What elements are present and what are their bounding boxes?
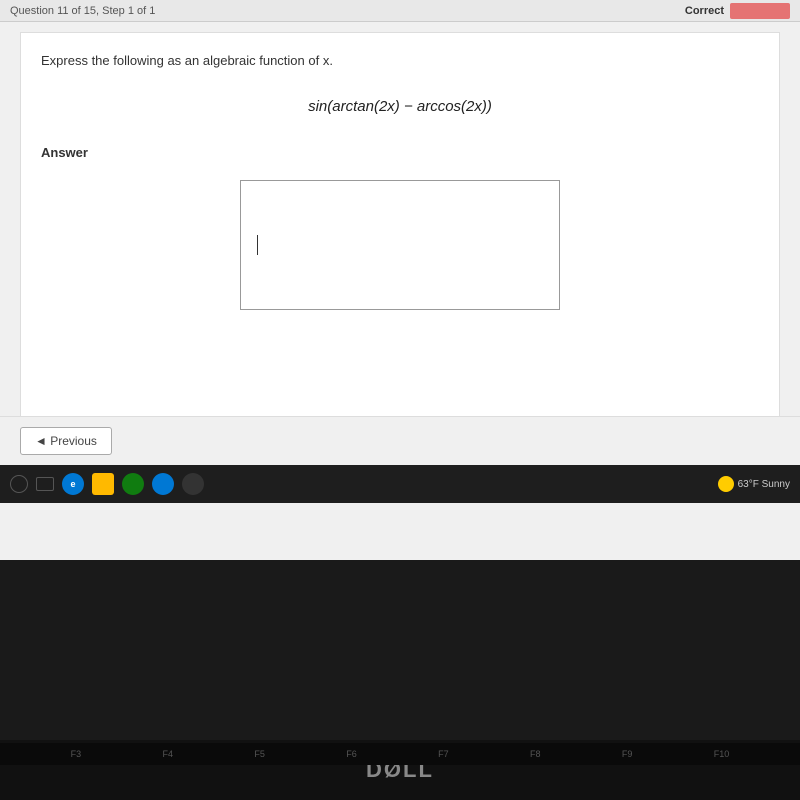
fn-key-strip: F3 F4 F5 F6 F7 F8 F9 F10 [0, 743, 800, 765]
weather-text: 63°F Sunny [738, 479, 790, 490]
widgets-icon[interactable] [36, 477, 54, 491]
fn-key-f7: F7 [438, 749, 449, 759]
text-cursor [257, 235, 258, 255]
taskbar: e 63°F Sunny [0, 465, 800, 503]
files-icon[interactable] [92, 473, 114, 495]
fn-key-f9: F9 [622, 749, 633, 759]
fn-key-f4: F4 [163, 749, 174, 759]
fn-key-f10: F10 [714, 749, 730, 759]
taskbar-left: e [10, 473, 204, 495]
correct-badge [730, 3, 790, 19]
question-info: Question 11 of 15, Step 1 of 1 [10, 5, 155, 17]
main-content-card: Express the following as an algebraic fu… [20, 32, 780, 452]
weather-info: 63°F Sunny [718, 476, 790, 492]
edge-icon[interactable]: e [62, 473, 84, 495]
search-icon[interactable] [10, 475, 28, 493]
fn-key-f6: F6 [346, 749, 357, 759]
correct-label: Correct [685, 5, 724, 17]
answer-input-area [41, 180, 759, 310]
fn-key-f5: F5 [254, 749, 265, 759]
app-icon-1[interactable] [122, 473, 144, 495]
screen-area: Question 11 of 15, Step 1 of 1 Correct E… [0, 0, 800, 560]
header-bar: Question 11 of 15, Step 1 of 1 Correct [0, 0, 800, 22]
fn-key-f3: F3 [71, 749, 82, 759]
fn-key-f8: F8 [530, 749, 541, 759]
taskbar-right: 63°F Sunny [718, 476, 790, 492]
weather-icon [718, 476, 734, 492]
math-expression: sin(arctan(2x) − arccos(2x)) [41, 98, 759, 115]
problem-instruction: Express the following as an algebraic fu… [41, 53, 759, 68]
previous-button[interactable]: ◄ Previous [20, 427, 112, 455]
navigation-bar: ◄ Previous [0, 416, 800, 465]
correct-section: Correct [685, 3, 790, 19]
answer-label: Answer [41, 145, 759, 160]
app-icon-2[interactable] [152, 473, 174, 495]
app-icon-3[interactable] [182, 473, 204, 495]
answer-input-box[interactable] [240, 180, 560, 310]
